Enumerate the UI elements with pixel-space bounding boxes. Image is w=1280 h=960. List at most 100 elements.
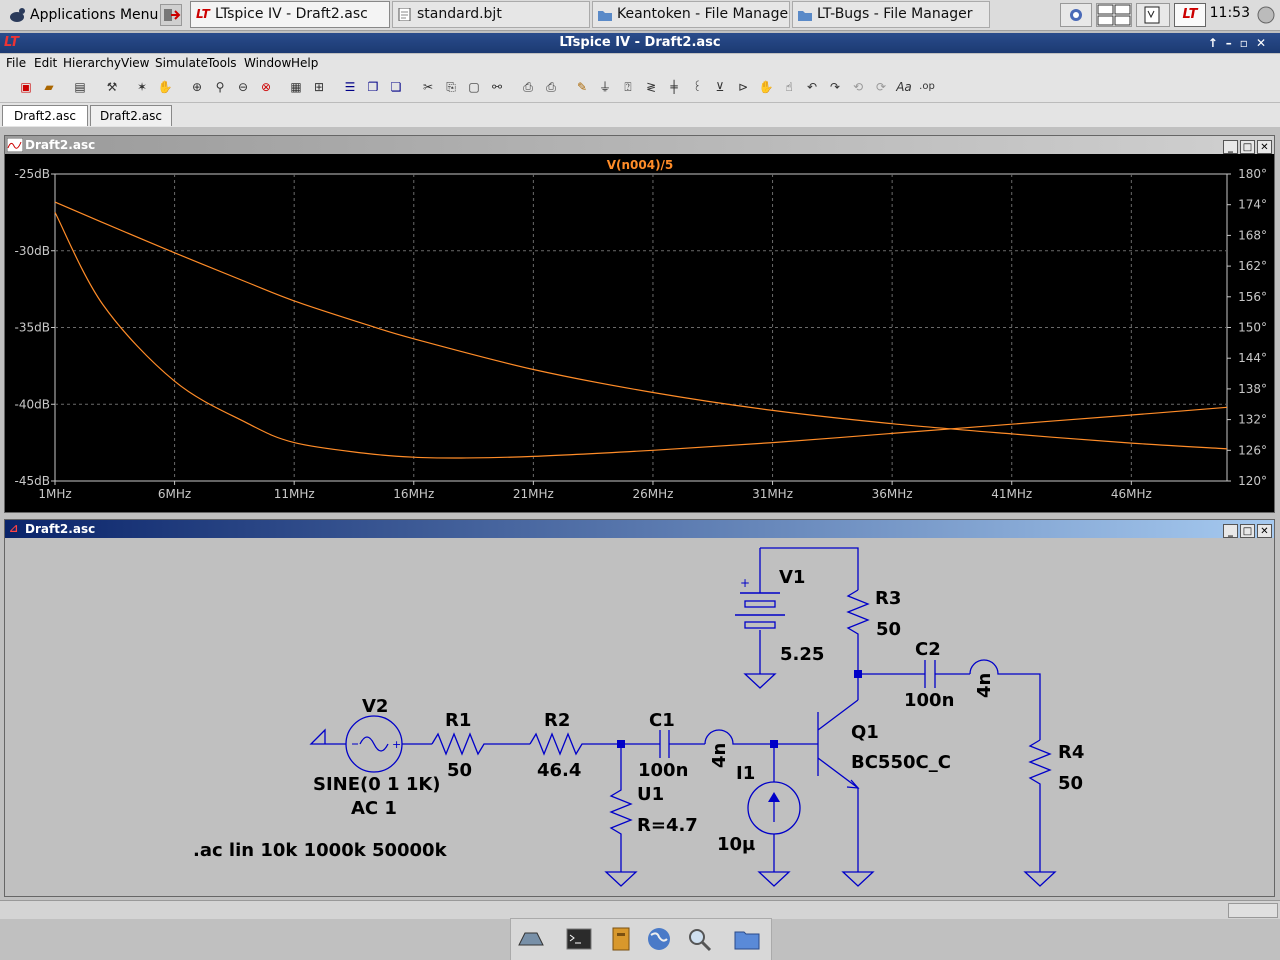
file-manager-icon[interactable] [607, 925, 635, 953]
component-icon[interactable]: ⊳ [735, 79, 751, 95]
v2-sine-source[interactable]: + [309, 715, 432, 773]
v1-name[interactable]: V1 [779, 567, 805, 588]
tab-draft2-plot[interactable]: Draft2.asc [2, 105, 88, 126]
move-icon[interactable]: ✋ [758, 79, 774, 95]
close-button[interactable]: ✕ [1257, 524, 1272, 538]
control-panel-icon[interactable]: ⚒ [104, 79, 120, 95]
zoom-out-icon[interactable]: ⊖ [235, 79, 251, 95]
logout-bag-icon[interactable] [1256, 5, 1276, 25]
minimize-button[interactable]: _ [1223, 524, 1238, 538]
task-keantoken-file-manager[interactable]: Keantoken - File Manager [592, 1, 790, 28]
i1-name[interactable]: I1 [736, 763, 755, 784]
zoom-fit-icon[interactable]: ⊞ [311, 79, 327, 95]
ltspice-tray-icon[interactable]: LT [1174, 3, 1206, 27]
tile-horizontal-icon[interactable]: ☰ [342, 79, 358, 95]
q1-value[interactable]: BC550C_C [851, 752, 951, 773]
rotate-icon[interactable]: ⟲ [850, 79, 866, 95]
inductor-icon[interactable]: ꒰ [689, 79, 705, 95]
task-lt-bugs-file-manager[interactable]: LT-Bugs - File Manager [792, 1, 990, 28]
copy-icon[interactable]: ⎘ [443, 79, 459, 95]
spice-directive[interactable]: .ac lin 10k 1000k 50000k [193, 840, 448, 861]
window-titlebar[interactable]: LT LTspice IV - Draft2.asc ↑–▫✕ [0, 33, 1280, 53]
network-icon[interactable] [1060, 3, 1092, 27]
open-icon[interactable]: ▰ [41, 79, 57, 95]
r3-name[interactable]: R3 [875, 588, 901, 609]
paste-icon[interactable]: ▢ [466, 79, 482, 95]
v1-value[interactable]: 5.25 [780, 644, 824, 665]
capacitor-icon[interactable]: ╪ [666, 79, 682, 95]
window-controls[interactable]: ↑–▫✕ [1208, 33, 1274, 53]
r3-resistor[interactable] [846, 589, 870, 700]
r1-value[interactable]: 50 [447, 760, 472, 781]
menu-hierarchy[interactable]: Hierarchy [63, 56, 121, 70]
r2-name[interactable]: R2 [544, 710, 570, 731]
save-icon[interactable]: ▤ [72, 79, 88, 95]
l2-value[interactable]: 4n [974, 673, 995, 698]
terminal-icon[interactable] [565, 925, 593, 953]
maximize-button[interactable]: □ [1240, 524, 1255, 538]
folder-icon[interactable] [733, 925, 761, 953]
zoom-cancel-icon[interactable]: ⊗ [258, 79, 274, 95]
redo-icon[interactable]: ↷ [827, 79, 843, 95]
cascade-icon[interactable]: ❐ [365, 79, 381, 95]
drag-icon[interactable]: ☝ [781, 79, 797, 95]
undo-icon[interactable]: ↶ [804, 79, 820, 95]
menu-window[interactable]: Window [244, 56, 291, 70]
clock[interactable]: 11:53 [1210, 5, 1250, 21]
r3-value[interactable]: 50 [876, 619, 901, 640]
search-icon[interactable] [685, 925, 713, 953]
v2-name[interactable]: V2 [362, 696, 388, 717]
schematic-canvas[interactable]: + V1 5.25 R3 50 C2 100n 4n R4 50 Q1 BC55… [5, 538, 1274, 896]
c1-capacitor[interactable] [659, 730, 705, 758]
label-net-icon[interactable]: ⍰ [620, 79, 636, 95]
pan-icon[interactable]: ⚲ [212, 79, 228, 95]
v2-value[interactable]: SINE(0 1 1K) [313, 774, 441, 795]
web-browser-icon[interactable] [645, 925, 673, 953]
tab-draft2-schematic[interactable]: Draft2.asc [90, 105, 172, 126]
logout-icon[interactable] [160, 4, 182, 26]
text-icon[interactable]: Aa [896, 79, 912, 95]
c1-value[interactable]: 100n [638, 760, 688, 781]
c2-name[interactable]: C2 [915, 639, 941, 660]
plot-window-titlebar[interactable]: Draft2.asc _ □ ✕ [5, 136, 1274, 154]
halt-icon[interactable]: ✋ [157, 79, 173, 95]
u1-resistor[interactable] [609, 744, 633, 872]
l2-inductor[interactable] [969, 659, 1041, 740]
spice-directive-icon[interactable]: .op [919, 79, 935, 95]
r4-name[interactable]: R4 [1058, 742, 1084, 763]
u1-value[interactable]: R=4.7 [637, 815, 698, 836]
autorange-icon[interactable]: ▦ [288, 79, 304, 95]
zoom-in-icon[interactable]: ⊕ [189, 79, 205, 95]
find-icon[interactable]: ⚯ [489, 79, 505, 95]
maximize-button[interactable]: □ [1240, 140, 1255, 154]
l1-inductor[interactable] [704, 729, 774, 745]
c2-capacitor[interactable] [858, 660, 970, 688]
minimize-button[interactable]: _ [1223, 140, 1238, 154]
tray-app-icon[interactable] [1136, 3, 1170, 27]
c2-value[interactable]: 100n [904, 690, 954, 711]
close-button[interactable]: ✕ [1257, 140, 1272, 154]
run-icon[interactable]: ✶ [134, 79, 150, 95]
new-schematic-icon[interactable]: ▣ [18, 79, 34, 95]
schematic-window-titlebar[interactable]: ⊿ Draft2.asc _ □ ✕ [5, 520, 1274, 538]
ground-icon[interactable]: ⏚ [597, 79, 613, 95]
waveform-plot[interactable]: V(n004)/5 1MHz 6MHz 11MHz 16MHz 21MHz 26MHz 31… [5, 154, 1274, 512]
menu-simulate[interactable]: Simulate [155, 56, 208, 70]
l1-value[interactable]: 4n [709, 743, 730, 768]
menu-help[interactable]: Help [291, 56, 318, 70]
u1-name[interactable]: U1 [637, 784, 664, 805]
show-desktop-icon[interactable] [517, 925, 545, 953]
workspace-switcher[interactable] [1096, 3, 1132, 27]
print-preview-icon[interactable]: ⎙ [520, 79, 536, 95]
r2-resistor[interactable] [529, 732, 660, 756]
resistor-icon[interactable]: ≷ [643, 79, 659, 95]
q1-name[interactable]: Q1 [851, 722, 879, 743]
print-icon[interactable]: ⎙ [543, 79, 559, 95]
mirror-icon[interactable]: ⟳ [873, 79, 889, 95]
v2-ac[interactable]: AC 1 [351, 798, 397, 819]
i1-value[interactable]: 10µ [717, 834, 755, 855]
menu-file[interactable]: File [6, 56, 26, 70]
r4-value[interactable]: 50 [1058, 773, 1083, 794]
r1-name[interactable]: R1 [445, 710, 471, 731]
cut-icon[interactable]: ✂ [420, 79, 436, 95]
